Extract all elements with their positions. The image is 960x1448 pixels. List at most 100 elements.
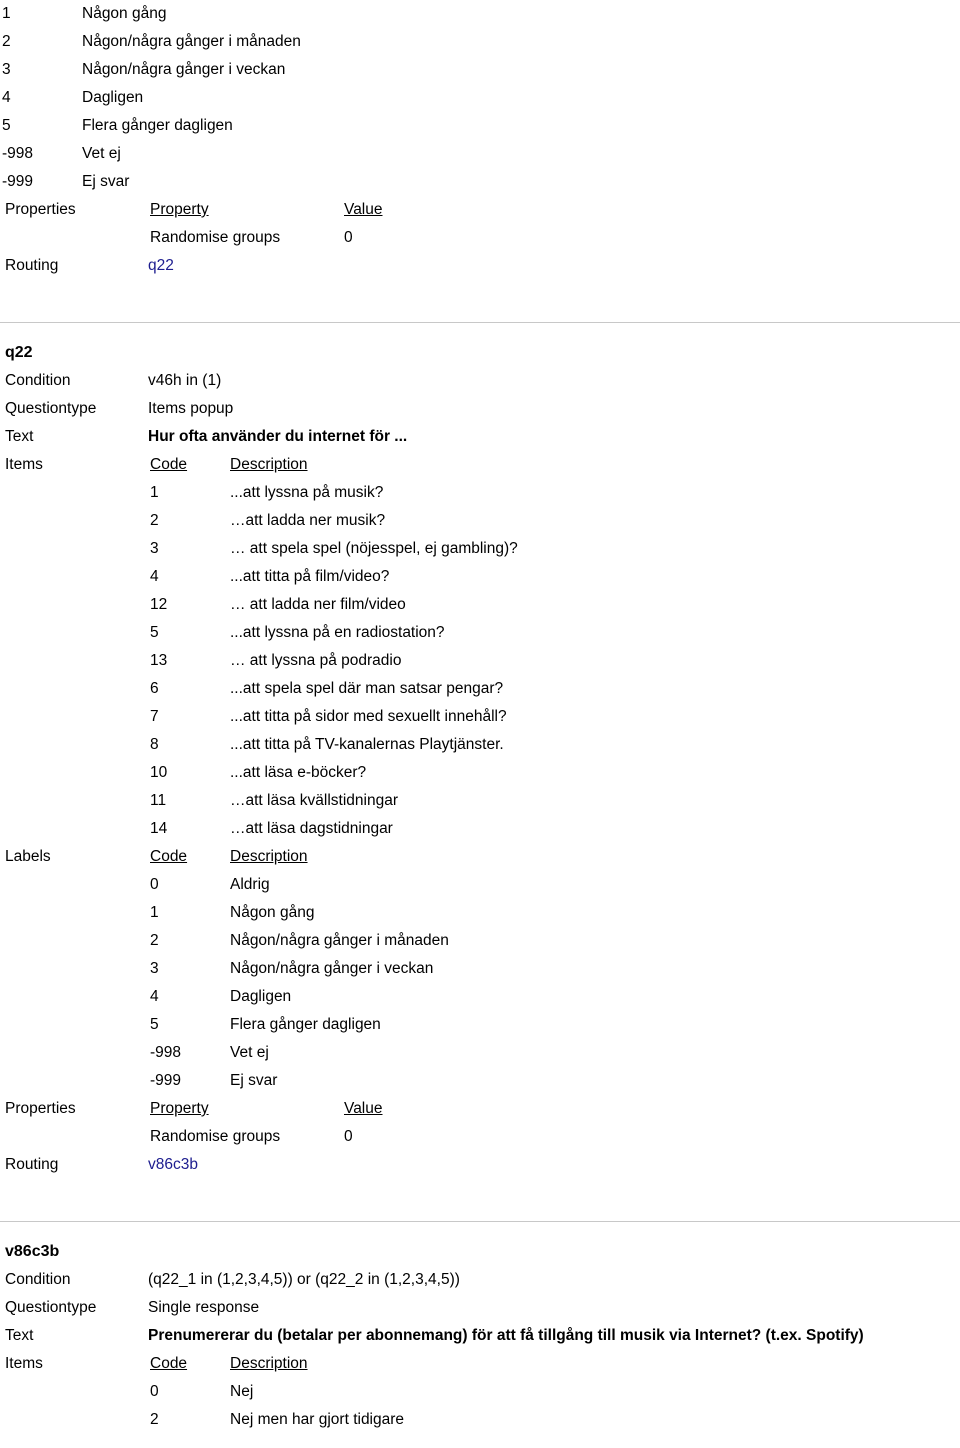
value-header: Value <box>344 201 383 218</box>
description-cell: ...att lyssna på en radiostation? <box>230 624 445 641</box>
code-cell: 10 <box>150 764 168 781</box>
table-row: Randomise groups 0 <box>148 1123 960 1151</box>
code-cell: 4 <box>150 568 159 585</box>
description-cell: Aldrig <box>230 876 270 893</box>
code-cell: 3 <box>2 61 11 78</box>
description-header: Description <box>230 456 308 473</box>
heading-gap <box>0 1222 960 1238</box>
field-label-condition: Condition <box>5 372 71 389</box>
field-label-routing: Routing <box>5 257 59 274</box>
code-cell: -999 <box>2 173 34 190</box>
field-properties: Properties Property Value Randomise grou… <box>0 196 960 252</box>
description-cell: ...att titta på TV-kanalernas Playtjänst… <box>230 736 504 753</box>
description-cell: Nej <box>230 1383 254 1400</box>
items-table-v86c3b: Code Description 0 Nej 2 Nej men har gjo… <box>148 1350 960 1434</box>
table-row: 11 …att läsa kvällstidningar <box>148 787 960 815</box>
description-cell: Flera gånger dagligen <box>230 1016 381 1033</box>
code-cell: 2 <box>150 932 159 949</box>
table-row: 3 … att spela spel (nöjesspel, ej gambli… <box>148 535 960 563</box>
description-cell: Någon/några gånger i veckan <box>82 61 286 78</box>
code-cell: 13 <box>150 652 168 669</box>
code-cell: 11 <box>150 792 167 809</box>
description-cell: Flera gånger dagligen <box>82 117 233 134</box>
description-cell: … att lyssna på podradio <box>230 652 402 669</box>
code-cell: 1 <box>150 904 159 921</box>
table-row: -999 Ej svar <box>0 168 960 196</box>
field-questiontype: Questiontype Items popup <box>0 395 960 423</box>
description-cell: Någon/några gånger i månaden <box>230 932 449 949</box>
table-row: 4 Dagligen <box>148 983 960 1011</box>
labels-table-q22: Code Description 0 Aldrig 1 Någon gång 2… <box>148 843 960 1095</box>
table-header-row: Property Value <box>148 196 960 224</box>
code-cell: -998 <box>2 145 34 162</box>
description-cell: … att spela spel (nöjesspel, ej gambling… <box>230 540 518 557</box>
table-row: 5 Flera gånger dagligen <box>148 1011 960 1039</box>
questiontype-value: Single response <box>148 1299 260 1316</box>
question-heading-q22: q22 <box>5 344 33 361</box>
description-cell: … att ladda ner film/video <box>230 596 406 613</box>
table-row: 14 …att läsa dagstidningar <box>148 815 960 843</box>
code-cell: 2 <box>150 1411 159 1428</box>
code-cell: 1 <box>150 484 159 501</box>
description-cell: ...att spela spel där man satsar pengar? <box>230 680 504 697</box>
code-cell: 2 <box>150 512 159 529</box>
table-row: 1 Någon gång <box>0 0 960 28</box>
field-label-items: Items <box>5 1355 43 1372</box>
code-cell: 5 <box>150 624 159 641</box>
questiontype-value: Items popup <box>148 400 234 417</box>
property-header: Property <box>150 201 209 218</box>
field-text: Text Prenumererar du (betalar per abonne… <box>0 1322 960 1350</box>
code-cell: 3 <box>150 540 159 557</box>
question-text-value: Hur ofta använder du internet för ... <box>148 428 408 445</box>
description-cell: Vet ej <box>230 1044 269 1061</box>
routing-link-v86c3b[interactable]: v86c3b <box>148 1156 198 1173</box>
table-row: 0 Aldrig <box>148 871 960 899</box>
description-cell: Någon/några gånger i månaden <box>82 33 301 50</box>
question-heading-v86c3b: v86c3b <box>5 1243 60 1260</box>
field-condition: Condition v46h in (1) <box>0 367 960 395</box>
table-row: -998 Vet ej <box>0 140 960 168</box>
value-cell: 0 <box>344 229 353 246</box>
field-label-properties: Properties <box>5 1100 76 1117</box>
description-cell: Ej svar <box>82 173 130 190</box>
table-row: 12 … att ladda ner film/video <box>148 591 960 619</box>
property-cell: Randomise groups <box>150 229 281 246</box>
field-text: Text Hur ofta använder du internet för .… <box>0 423 960 451</box>
field-label-text: Text <box>5 428 34 445</box>
description-cell: ...att titta på film/video? <box>230 568 390 585</box>
table-row: 2 Nej men har gjort tidigare <box>148 1406 960 1434</box>
field-label-labels: Labels <box>5 848 51 865</box>
field-routing: Routing q22 <box>0 252 960 280</box>
code-cell: -999 <box>150 1072 182 1089</box>
table-row: 3 Någon/några gånger i veckan <box>148 955 960 983</box>
code-cell: 2 <box>2 33 11 50</box>
code-cell: 1 <box>2 5 11 22</box>
description-cell: …att läsa dagstidningar <box>230 820 393 837</box>
continued-properties-table: Property Value Randomise groups 0 <box>148 196 960 252</box>
description-cell: Någon/några gånger i veckan <box>230 960 434 977</box>
table-header-row: Property Value <box>148 1095 960 1123</box>
code-cell: 0 <box>150 876 159 893</box>
field-routing: Routing v86c3b <box>0 1151 960 1179</box>
description-header: Description <box>230 848 308 865</box>
code-cell: 5 <box>2 117 11 134</box>
description-cell: Nej men har gjort tidigare <box>230 1411 405 1428</box>
description-cell: Någon gång <box>230 904 315 921</box>
description-cell: Dagligen <box>230 988 292 1005</box>
code-cell: 14 <box>150 820 168 837</box>
field-label-routing: Routing <box>5 1156 59 1173</box>
table-header-row: Code Description <box>148 1350 960 1378</box>
continued-labels-table: 1 Någon gång 2 Någon/några gånger i måna… <box>0 0 960 196</box>
specification-page: 1 Någon gång 2 Någon/några gånger i måna… <box>0 0 960 1448</box>
code-cell: 8 <box>150 736 159 753</box>
table-row: -998 Vet ej <box>148 1039 960 1067</box>
items-table-q22: Code Description 1 ...att lyssna på musi… <box>148 451 960 843</box>
description-cell: ...att lyssna på musik? <box>230 484 384 501</box>
description-cell: ...att läsa e-böcker? <box>230 764 367 781</box>
code-cell: -998 <box>150 1044 182 1061</box>
table-row: 1 ...att lyssna på musik? <box>148 479 960 507</box>
routing-link-q22[interactable]: q22 <box>148 257 174 274</box>
field-label-questiontype: Questiontype <box>5 1299 97 1316</box>
field-labels: Labels Code Description 0 Aldrig 1 Någon… <box>0 843 960 1095</box>
